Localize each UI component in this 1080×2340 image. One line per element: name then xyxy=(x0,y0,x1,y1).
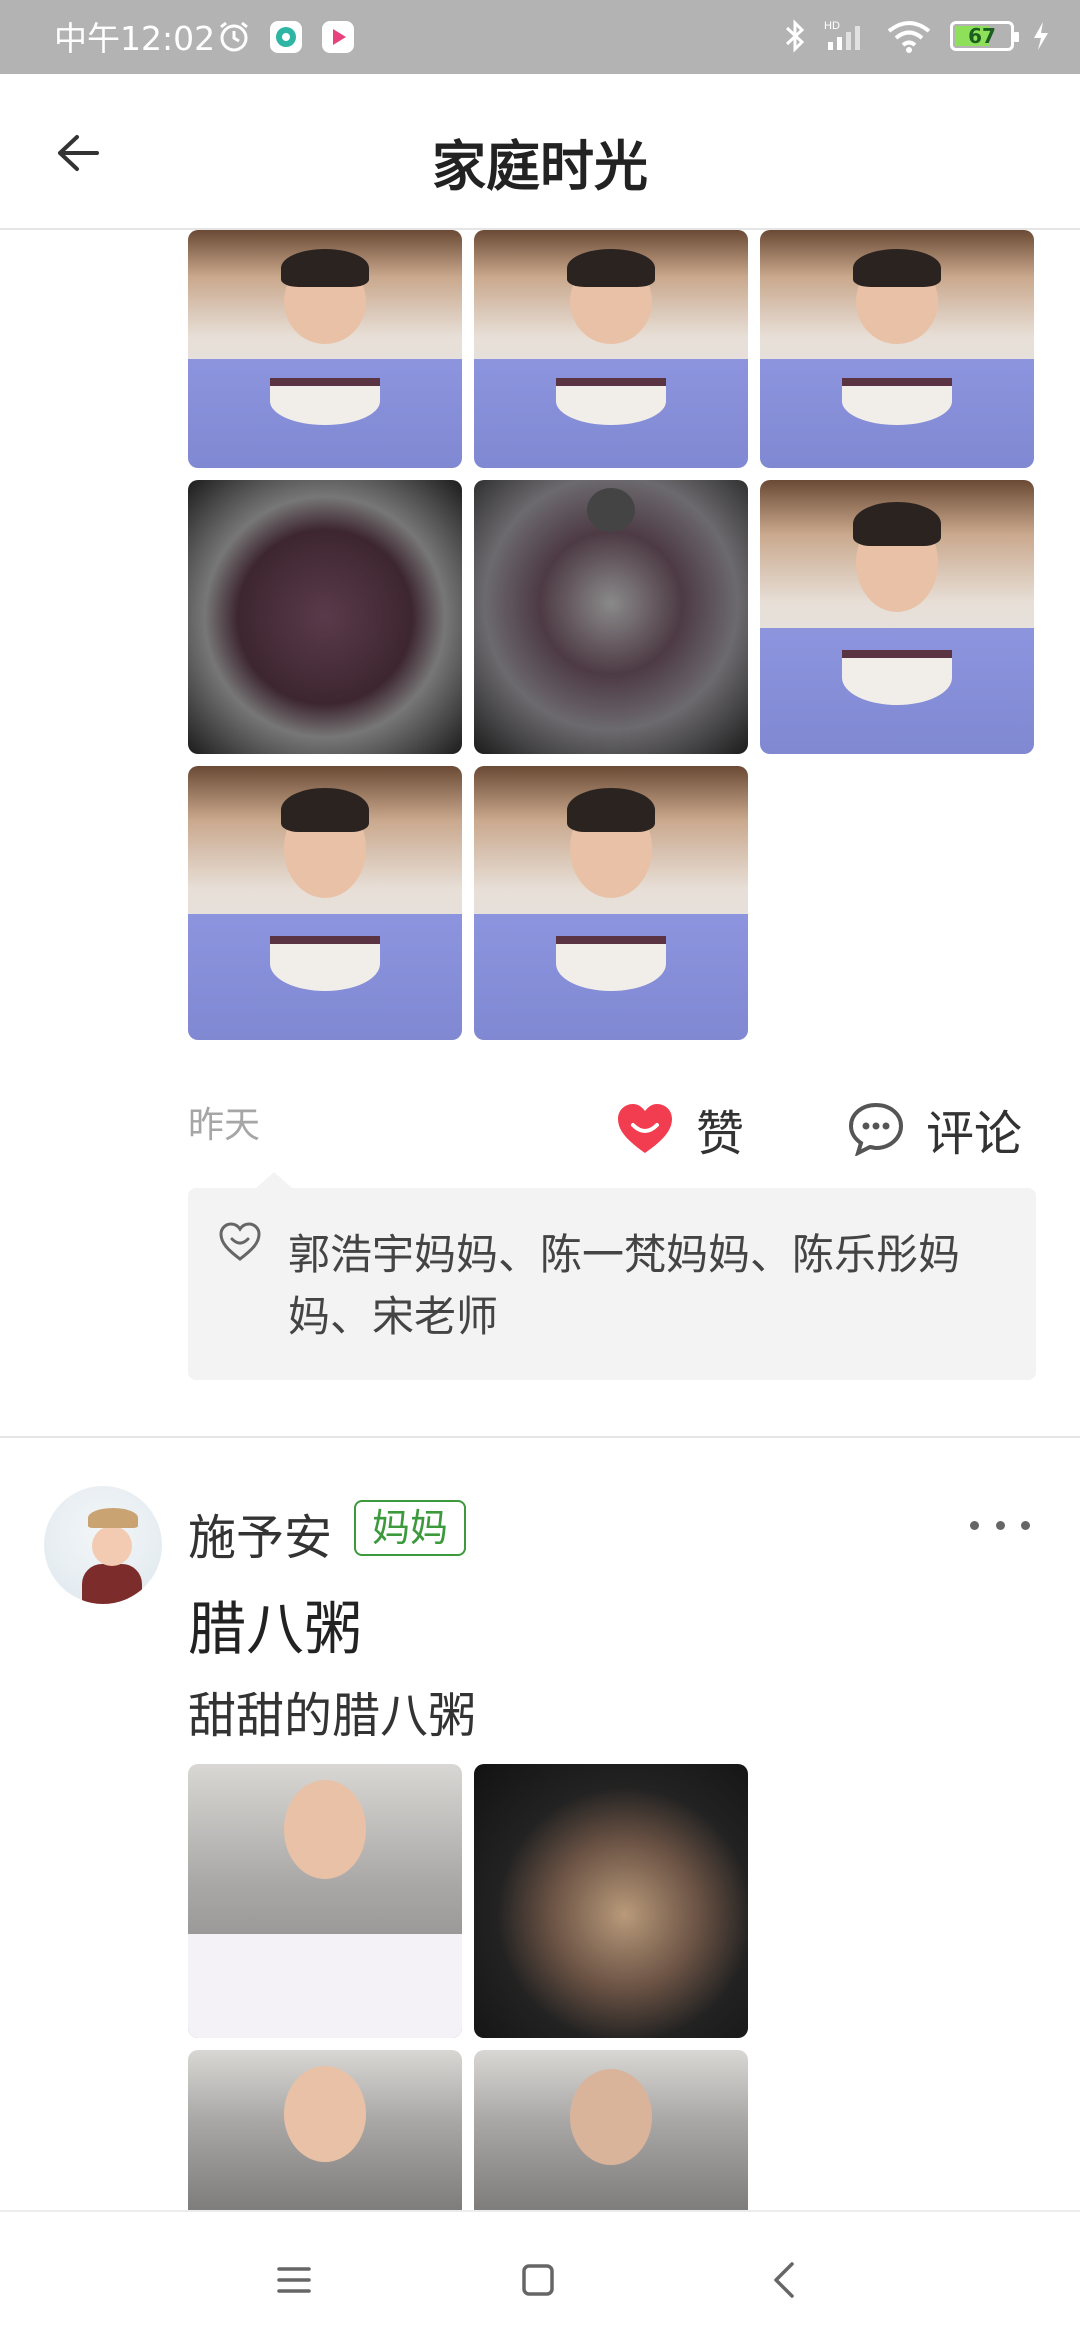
photo-bowl xyxy=(842,649,952,705)
more-options-button[interactable] xyxy=(970,1508,1030,1542)
photo-subject xyxy=(853,501,941,546)
author-name[interactable]: 施予安 xyxy=(188,1498,332,1568)
post-title: 腊八粥 xyxy=(188,1595,363,1663)
menu-icon xyxy=(277,2267,311,2293)
role-badge: 妈妈 xyxy=(354,1500,467,1556)
app-header: 家庭时光 xyxy=(0,74,1080,230)
avatar-figure xyxy=(92,1526,132,1566)
charging-icon xyxy=(1034,22,1048,50)
battery-percent: 67 xyxy=(968,24,996,48)
post-photo[interactable] xyxy=(474,2050,748,2210)
post-photo[interactable] xyxy=(188,766,462,1040)
photo-bowl xyxy=(270,935,380,991)
avatar-figure xyxy=(88,1508,138,1528)
svg-text:HD: HD xyxy=(824,20,840,32)
more-icon xyxy=(970,1520,979,1530)
nav-back-icon xyxy=(774,2262,794,2298)
post-photo[interactable] xyxy=(474,230,748,468)
nav-back-button[interactable] xyxy=(754,2250,814,2310)
post-photo[interactable] xyxy=(760,480,1034,754)
likers-names: 郭浩宇妈妈、陈一梵妈妈、陈乐彤妈妈、宋老师 xyxy=(288,1230,961,1341)
photo-subject xyxy=(567,249,655,288)
nav-menu-button[interactable] xyxy=(264,2250,324,2310)
home-icon xyxy=(522,2264,554,2296)
post-photo[interactable] xyxy=(188,2050,462,2210)
photo-subject xyxy=(853,249,941,288)
video-app-icon xyxy=(322,21,354,53)
photo-bowl xyxy=(842,377,952,426)
post-photo[interactable] xyxy=(188,1764,462,2038)
heart-icon xyxy=(618,1104,672,1153)
photo-subject xyxy=(281,249,369,288)
more-icon xyxy=(995,1520,1005,1530)
post-divider xyxy=(0,1436,1080,1438)
pot-lid-knob xyxy=(587,488,635,532)
heart-outline-icon xyxy=(219,1222,261,1261)
nav-home-button[interactable] xyxy=(508,2250,568,2310)
photo-bowl xyxy=(556,377,666,426)
like-label: 赞 xyxy=(696,1106,745,1162)
alarm-icon xyxy=(220,21,248,52)
photo-subject xyxy=(283,1780,367,1880)
battery-cap xyxy=(1014,32,1019,42)
post-photo[interactable] xyxy=(474,480,748,754)
photo-subject xyxy=(283,2066,367,2162)
bluetooth-icon xyxy=(785,19,805,53)
app-notification-icon xyxy=(270,21,302,53)
status-left-icons xyxy=(216,19,356,55)
post-photo[interactable] xyxy=(474,1764,748,2038)
photo-table xyxy=(188,1933,462,2038)
photo-subject xyxy=(281,787,369,832)
avatar-figure xyxy=(82,1564,142,1604)
more-icon xyxy=(1021,1520,1030,1530)
post-time: 昨天 xyxy=(188,1105,261,1146)
photo-subject xyxy=(567,787,655,832)
status-time: 中午12:02 xyxy=(54,19,216,58)
comment-button[interactable]: 评论 xyxy=(848,1094,1022,1164)
post-body: 甜甜的腊八粥 xyxy=(188,1688,477,1744)
post-photo[interactable] xyxy=(188,230,462,468)
post-photo[interactable] xyxy=(188,480,462,754)
likes-pointer xyxy=(256,1172,292,1188)
page-title: 家庭时光 xyxy=(432,135,648,198)
like-button[interactable]: 赞 xyxy=(616,1094,744,1164)
photo-subject xyxy=(569,2069,653,2166)
status-right-icons: HD 67 xyxy=(784,18,1050,54)
system-nav-bar xyxy=(0,2210,1080,2340)
likes-list: 郭浩宇妈妈、陈一梵妈妈、陈乐彤妈妈、宋老师 xyxy=(188,1172,1036,1380)
battery-indicator: 67 xyxy=(950,21,1019,51)
photo-bowl xyxy=(556,935,666,991)
post-photo[interactable] xyxy=(474,766,748,1040)
status-bar: 中午12:02 HD 67 xyxy=(0,0,1080,74)
avatar[interactable] xyxy=(44,1486,162,1604)
photo-bowl xyxy=(270,377,380,426)
comment-icon xyxy=(848,1102,904,1156)
signal-icon: HD xyxy=(824,20,860,50)
wifi-icon xyxy=(887,21,931,53)
comment-label: 评论 xyxy=(926,1106,1023,1162)
post-photo[interactable] xyxy=(760,230,1034,468)
